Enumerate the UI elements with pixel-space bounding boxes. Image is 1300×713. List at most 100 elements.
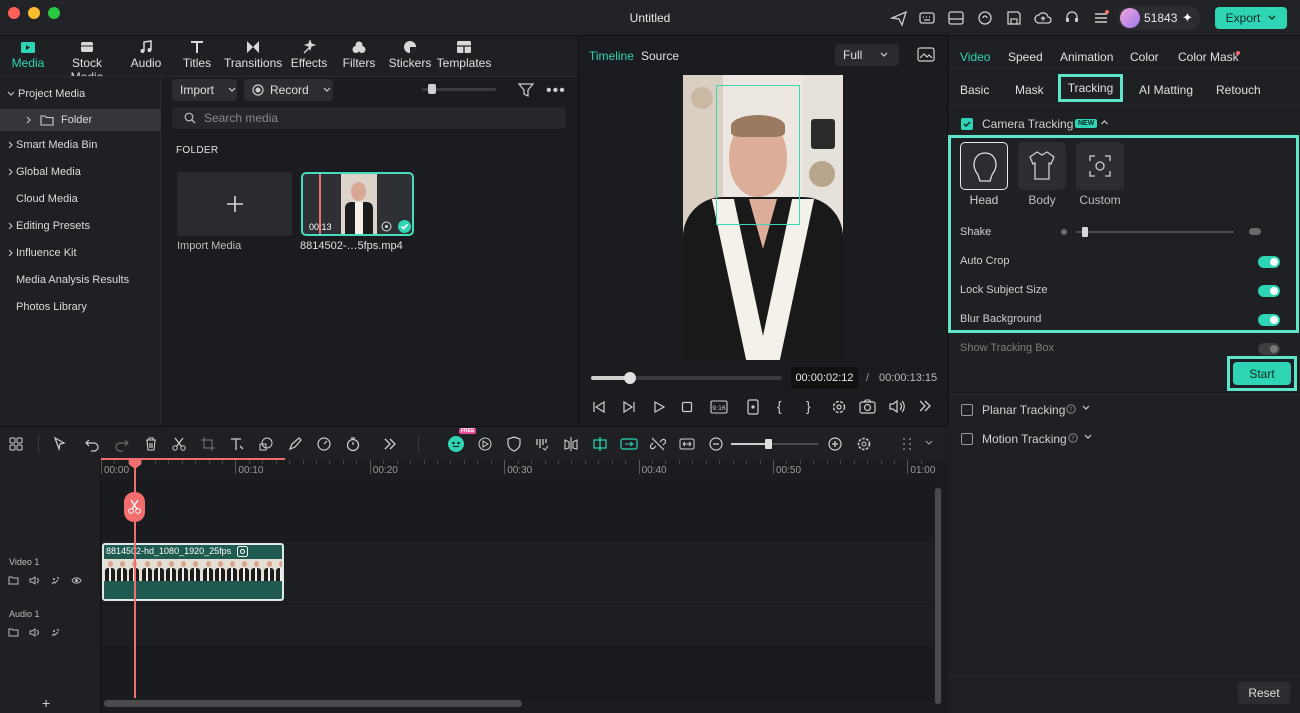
delete-icon[interactable] [143,436,159,452]
grid-layout-icon[interactable] [8,436,24,452]
tab-color[interactable]: Color [1130,50,1159,64]
help-icon[interactable]: ? [1066,404,1076,414]
zoom-in-icon[interactable] [827,436,843,452]
mark-in-icon[interactable]: { [777,398,782,414]
stop-icon[interactable] [680,400,694,414]
cloud-upload-icon[interactable] [1034,9,1052,27]
tab-timeline[interactable]: Timeline [589,49,634,63]
shake-slider[interactable] [1076,227,1234,237]
menu-icon[interactable] [1092,9,1110,27]
redo-icon[interactable] [114,436,130,452]
tab-titles[interactable]: Titles [169,40,225,70]
quality-dropdown[interactable]: Full [835,44,899,66]
sidebar-item-smart-media-bin[interactable]: Smart Media Bin [0,134,161,156]
folder-icon[interactable] [8,575,19,586]
tab-speed[interactable]: Speed [1008,50,1043,64]
tab-templates[interactable]: Templates [436,40,492,70]
filter-icon[interactable] [518,82,534,98]
reset-button[interactable]: Reset [1238,682,1290,704]
tab-media[interactable]: Media [0,40,56,70]
chevron-down-icon[interactable] [924,439,940,455]
save-icon[interactable] [1005,9,1023,27]
import-dropdown[interactable]: Import [172,79,237,101]
fit-timeline-icon[interactable] [679,436,695,452]
sidebar-item-media-analysis[interactable]: Media Analysis Results [0,269,161,291]
lock-subject-toggle[interactable] [1258,285,1280,297]
support-icon[interactable] [1063,9,1081,27]
sidebar-item-cloud-media[interactable]: Cloud Media [0,188,161,210]
audio-beat-icon[interactable] [534,436,550,452]
timeline-zoom-slider[interactable] [731,439,818,449]
search-media-input[interactable]: Search media [172,107,566,129]
scissors-icon[interactable] [171,436,187,452]
thumbnail-size-slider[interactable] [422,84,496,94]
record-dropdown[interactable]: Record [244,79,333,101]
horizontal-scrollbar[interactable] [104,700,522,707]
subtab-mask[interactable]: Mask [1015,83,1044,97]
sidebar-item-project-media[interactable]: Project Media [0,83,161,105]
panel-grip-icon[interactable] [899,436,915,452]
sidebar-item-global-media[interactable]: Global Media [0,161,161,183]
select-tool-icon[interactable] [52,436,68,452]
volume-icon[interactable] [29,575,40,586]
add-track-icon[interactable]: + [42,695,50,711]
timeline-settings-icon[interactable] [856,436,872,452]
import-media-card[interactable] [177,172,292,236]
motion-tracking-checkbox[interactable] [961,433,973,445]
undo-icon[interactable] [84,436,100,452]
camera-icon[interactable] [859,399,876,414]
chevron-up-icon[interactable] [1100,118,1109,127]
volume-icon[interactable] [888,399,905,414]
tab-animation[interactable]: Animation [1060,50,1113,64]
aspect-ratio-icon[interactable]: 9:16 [710,398,728,416]
ai-assistant-icon[interactable] [447,435,464,452]
headset-icon[interactable] [976,9,994,27]
avatar[interactable] [1120,8,1140,28]
previous-frame-icon[interactable] [592,400,606,414]
settings-icon[interactable] [831,399,847,415]
tracking-box[interactable] [716,85,800,225]
mirror-icon[interactable] [563,436,579,452]
planar-tracking-checkbox[interactable] [961,404,973,416]
media-clip-card[interactable]: 00:13 [301,172,414,236]
more-controls-icon[interactable] [918,399,932,413]
tab-stickers[interactable]: Stickers [382,40,438,70]
chevron-down-icon[interactable] [1084,434,1092,440]
subtab-retouch[interactable]: Retouch [1216,83,1261,97]
shield-icon[interactable] [506,436,522,452]
zoom-slider-handle[interactable] [765,439,772,449]
blur-background-toggle[interactable] [1258,314,1280,326]
tab-source[interactable]: Source [641,49,679,63]
pen-tool-icon[interactable] [287,436,303,452]
crop-icon[interactable] [746,399,760,415]
next-frame-icon[interactable] [622,400,636,414]
slider-handle[interactable] [428,84,436,94]
user-chip[interactable]: 51843 ✦ [1118,6,1200,30]
play-icon[interactable] [652,400,666,414]
sidebar-item-editing-presets[interactable]: Editing Presets [0,215,161,237]
mark-out-icon[interactable]: } [806,398,811,414]
target-custom-card[interactable] [1076,142,1124,190]
snap-icon[interactable] [592,436,608,452]
layout-icon[interactable] [947,9,965,27]
tab-filters[interactable]: Filters [331,40,387,70]
snapshot-icon[interactable] [917,47,935,63]
sidebar-item-folder[interactable]: Folder [0,109,161,131]
subtab-tracking[interactable]: Tracking [1058,74,1123,102]
keyboard-icon[interactable] [918,9,936,27]
tab-transitions[interactable]: Transitions [224,40,282,70]
sidebar-item-photos-library[interactable]: Photos Library [0,296,161,318]
vertical-scrollbar[interactable] [934,488,942,704]
scrollbar-thumb[interactable] [935,488,941,704]
export-button[interactable]: Export [1215,7,1287,29]
volume-icon[interactable] [29,627,40,638]
timer-icon[interactable] [345,436,361,452]
auto-ripple-icon[interactable] [620,436,638,452]
timeline-video-clip[interactable]: 8814502-hd_1080_1920_25fps [102,543,284,601]
subtab-basic[interactable]: Basic [960,83,989,97]
send-icon[interactable] [890,9,908,27]
crop-tool-icon[interactable] [200,436,216,452]
help-icon[interactable]: ? [1068,433,1078,443]
shape-tool-icon[interactable] [258,436,274,452]
tab-color-mask[interactable]: Color Mask [1178,50,1239,64]
